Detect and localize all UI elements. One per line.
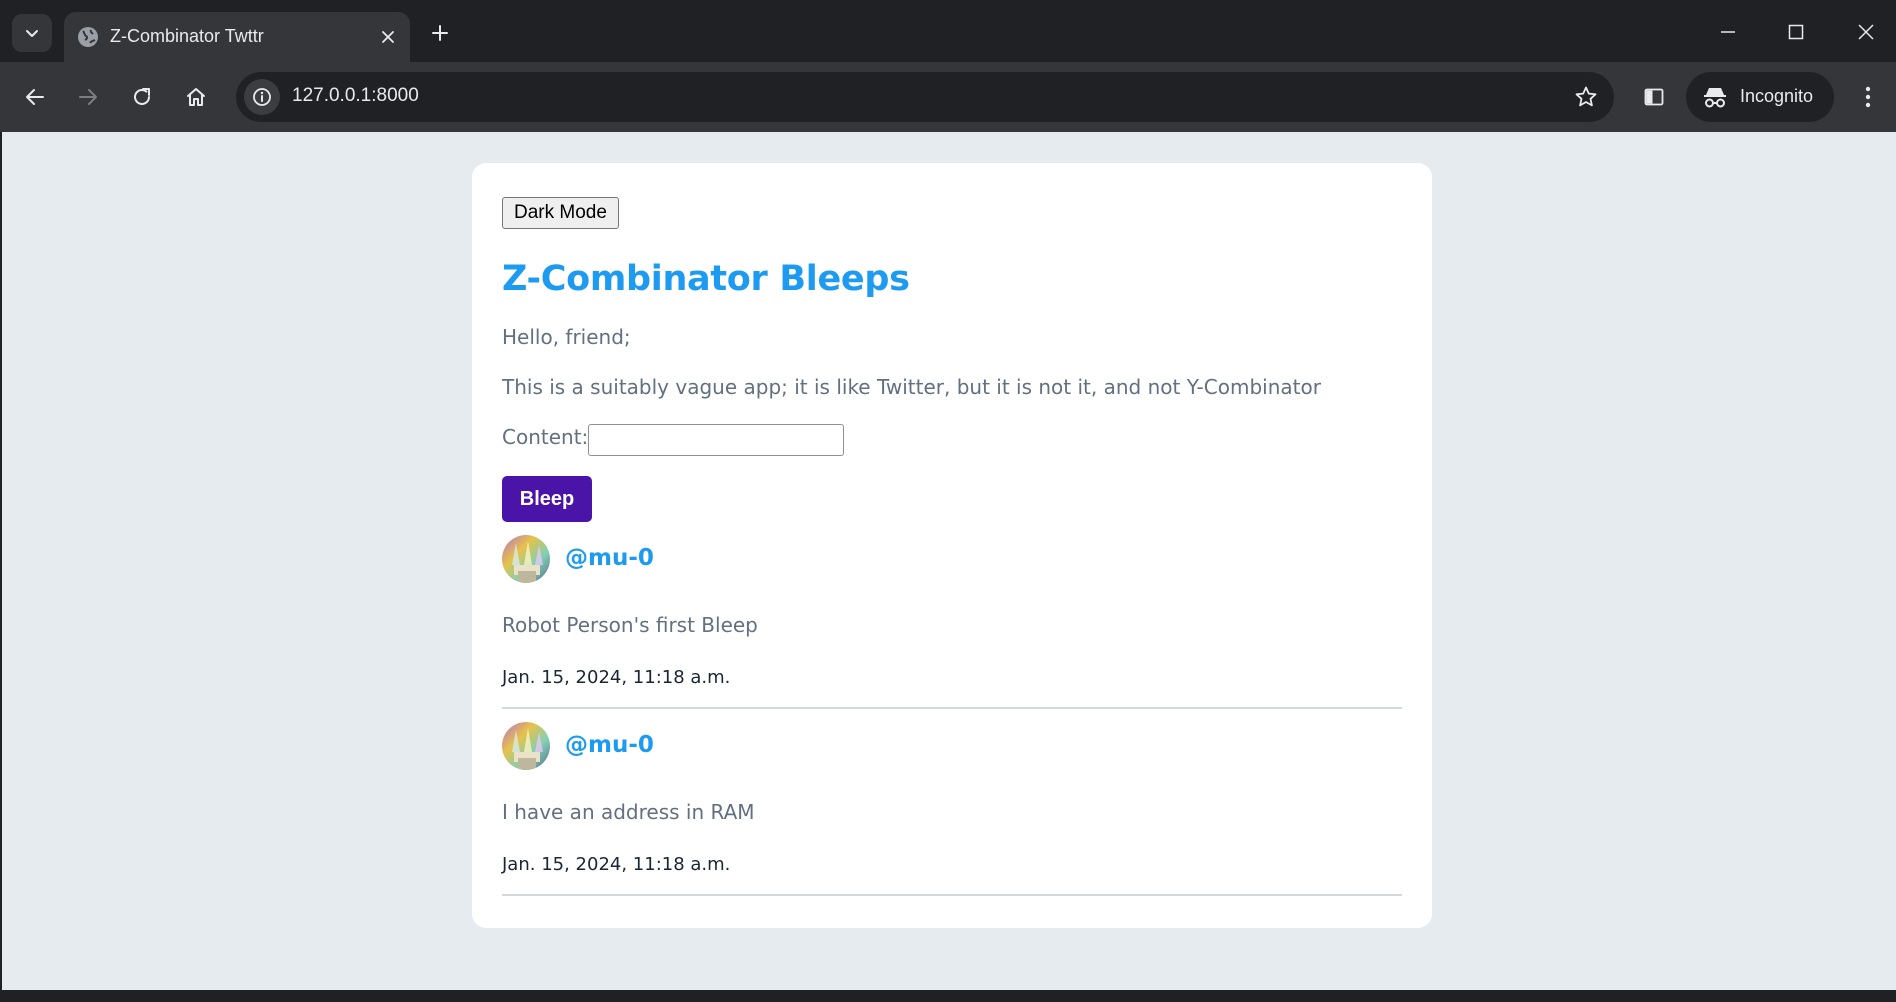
kebab-menu-icon xyxy=(1865,86,1871,108)
post-body: Robot Person's first Bleep xyxy=(502,613,758,637)
post-body: I have an address in RAM xyxy=(502,800,755,824)
divider xyxy=(502,707,1402,709)
back-button[interactable] xyxy=(15,77,55,117)
avatar[interactable] xyxy=(502,722,550,770)
browser-tab-strip: Z-Combinator Twttr xyxy=(0,0,1896,62)
url-text: 127.0.0.1:8000 xyxy=(292,85,419,106)
page-title: Z-Combinator Bleeps xyxy=(502,259,910,299)
reload-button[interactable] xyxy=(122,77,162,117)
minimize-icon xyxy=(1721,31,1735,33)
maximize-icon xyxy=(1788,24,1804,40)
post-handle[interactable]: @mu-0 xyxy=(565,732,654,758)
greeting-text: Hello, friend; xyxy=(502,325,631,349)
incognito-icon xyxy=(1704,88,1726,108)
browser-tab-active[interactable]: Z-Combinator Twttr xyxy=(64,12,410,62)
close-window-button[interactable] xyxy=(1846,12,1886,52)
minimize-window-button[interactable] xyxy=(1708,12,1748,52)
tab-title: Z-Combinator Twttr xyxy=(110,26,264,46)
window-bottom-edge xyxy=(0,990,1896,1002)
reload-icon xyxy=(134,88,150,105)
chevron-down-icon xyxy=(26,30,38,37)
tab-close-button[interactable] xyxy=(376,25,400,49)
star-icon xyxy=(1575,86,1597,107)
site-info-button[interactable] xyxy=(244,79,280,115)
browser-toolbar: 127.0.0.1:8000 Incognito xyxy=(0,62,1896,132)
page-viewport: Dark Mode Z-Combinator Bleeps Hello, fri… xyxy=(2,132,1896,990)
bookmark-button[interactable] xyxy=(1572,83,1600,111)
arrow-left-icon xyxy=(26,89,44,105)
arrow-right-icon xyxy=(79,89,97,105)
incognito-label: Incognito xyxy=(1740,86,1814,106)
forward-button[interactable] xyxy=(68,77,108,117)
avatar[interactable] xyxy=(502,535,550,583)
dark-mode-button[interactable]: Dark Mode xyxy=(502,197,619,229)
main-card: Dark Mode Z-Combinator Bleeps Hello, fri… xyxy=(472,163,1432,928)
content-label: Content: xyxy=(502,425,589,449)
home-icon xyxy=(187,88,205,106)
incognito-profile-button[interactable]: Incognito xyxy=(1686,72,1834,122)
description-text: This is a suitably vague app; it is like… xyxy=(502,375,1321,399)
plus-icon xyxy=(432,25,448,41)
home-button[interactable] xyxy=(176,77,216,117)
post-timestamp: Jan. 15, 2024, 11:18 a.m. xyxy=(502,854,731,875)
globe-icon xyxy=(78,27,98,47)
side-panel-icon xyxy=(1644,88,1664,106)
close-icon xyxy=(382,31,394,43)
maximize-window-button[interactable] xyxy=(1776,12,1816,52)
browser-menu-button[interactable] xyxy=(1848,77,1888,117)
side-panel-button[interactable] xyxy=(1634,77,1674,117)
post-timestamp: Jan. 15, 2024, 11:18 a.m. xyxy=(502,667,731,688)
content-input[interactable] xyxy=(588,424,844,456)
bleep-submit-button[interactable]: Bleep xyxy=(502,476,592,522)
divider xyxy=(502,894,1402,896)
post-handle[interactable]: @mu-0 xyxy=(565,545,654,571)
new-tab-button[interactable] xyxy=(424,17,456,49)
tab-search-button[interactable] xyxy=(12,14,52,52)
close-icon xyxy=(1858,24,1874,40)
address-bar[interactable]: 127.0.0.1:8000 xyxy=(236,72,1614,122)
info-icon xyxy=(253,88,271,106)
